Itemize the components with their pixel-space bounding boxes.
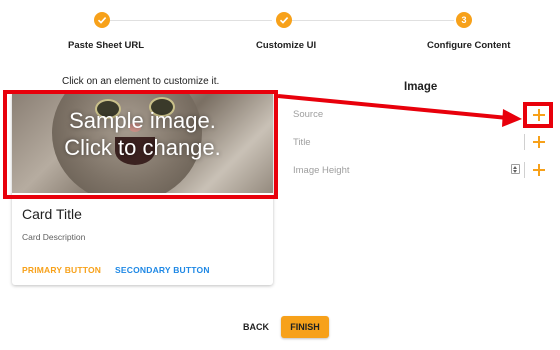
image-height-field-label: Image Height bbox=[293, 165, 350, 176]
image-height-field-divider bbox=[524, 162, 525, 178]
title-add-plus-icon[interactable] bbox=[532, 135, 546, 149]
title-field-label: Title bbox=[293, 137, 311, 148]
panel-title: Image bbox=[404, 81, 438, 93]
title-field-divider bbox=[524, 134, 525, 150]
annotation-arrow bbox=[277, 94, 522, 127]
source-field-label: Source bbox=[293, 109, 324, 120]
image-height-add-plus-icon[interactable] bbox=[532, 163, 546, 177]
back-button[interactable]: BACK bbox=[236, 316, 276, 338]
finish-button[interactable]: FINISH bbox=[281, 316, 329, 338]
source-add-highlight-box bbox=[523, 102, 553, 128]
image-height-spinner[interactable] bbox=[511, 164, 520, 174]
